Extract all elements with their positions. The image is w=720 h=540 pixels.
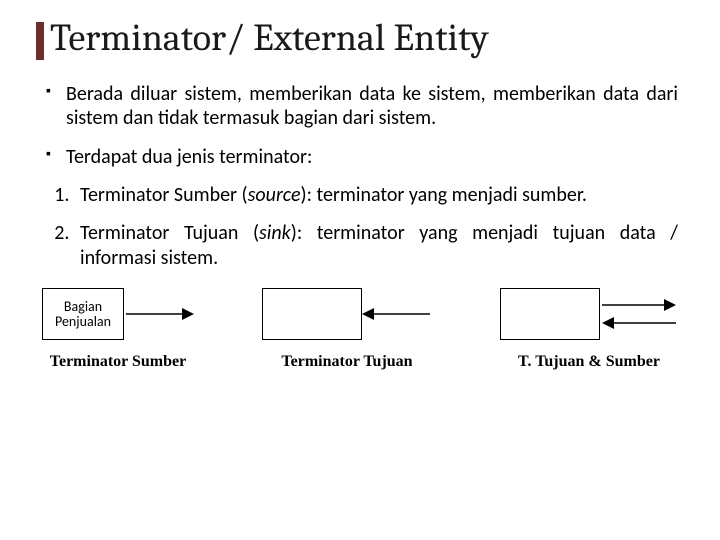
diagram-sink: Terminator Tujuan (262, 284, 432, 372)
arrow-right-icon (124, 304, 194, 324)
diagram-top: Bagian Penjualan (42, 284, 194, 344)
arrow-bidirectional-icon (600, 294, 678, 334)
diagram-top (262, 284, 432, 344)
diagram-row: Bagian Penjualan Terminator Sumber (42, 284, 678, 372)
terminator-box (500, 288, 600, 340)
bullet-item: Terdapat dua jenis terminator: (42, 145, 678, 169)
box-label: Penjualan (55, 313, 111, 330)
terminator-box: Bagian Penjualan (42, 288, 124, 340)
diagram-caption: T. Tujuan & Sumber (518, 352, 660, 372)
bullet-item: Berada diluar sistem, memberikan data ke… (42, 82, 678, 131)
diagram-both: T. Tujuan & Sumber (500, 284, 678, 372)
italic-term: source (248, 183, 301, 207)
slide: Terminator/ External Entity Berada dilua… (0, 0, 720, 540)
diagram-caption: Terminator Sumber (50, 352, 186, 372)
numbered-list: Terminator Sumber (source): terminator y… (42, 183, 678, 270)
bullet-list: Berada diluar sistem, memberikan data ke… (42, 82, 678, 169)
terminator-box (262, 288, 362, 340)
accent-bar (36, 22, 44, 60)
diagram-top (500, 284, 678, 344)
diagram-caption: Terminator Tujuan (281, 352, 412, 372)
text-run: Terminator Sumber ( (80, 183, 248, 207)
text-run: Terminator Tujuan ( (80, 221, 259, 245)
numbered-item: Terminator Sumber (source): terminator y… (74, 183, 678, 207)
text-run: ): terminator yang menjadi sumber. (301, 183, 587, 207)
italic-term: sink (259, 221, 291, 245)
arrow-left-icon (362, 304, 432, 324)
page-title: Terminator/ External Entity (50, 18, 684, 60)
numbered-item: Terminator Tujuan (sink): terminator yan… (74, 221, 678, 270)
diagram-source: Bagian Penjualan Terminator Sumber (42, 284, 194, 372)
content-body: Berada diluar sistem, memberikan data ke… (36, 82, 684, 372)
